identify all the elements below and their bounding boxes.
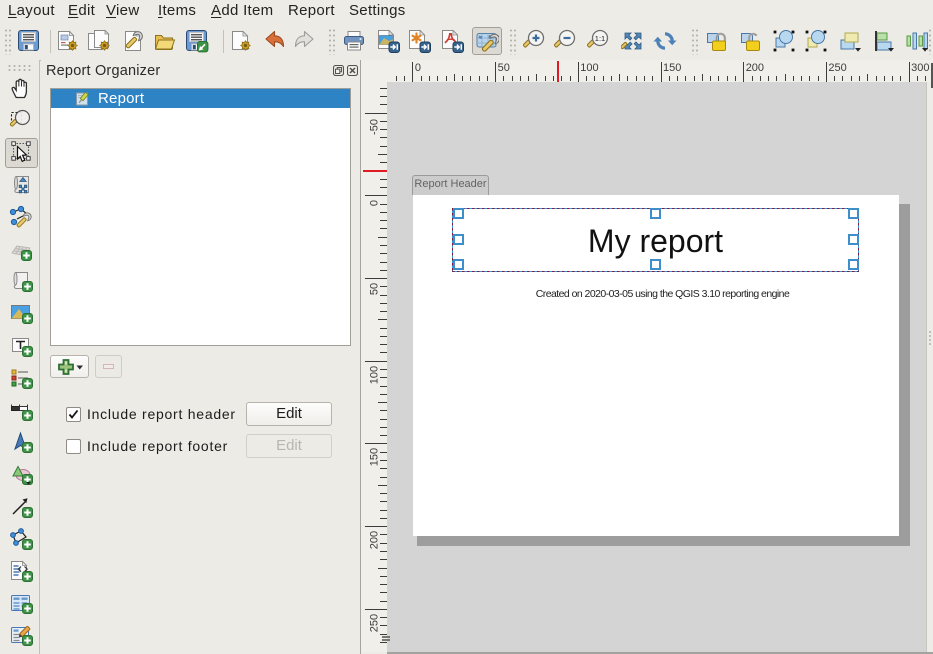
svg-text:1:1: 1:1 (595, 34, 605, 43)
